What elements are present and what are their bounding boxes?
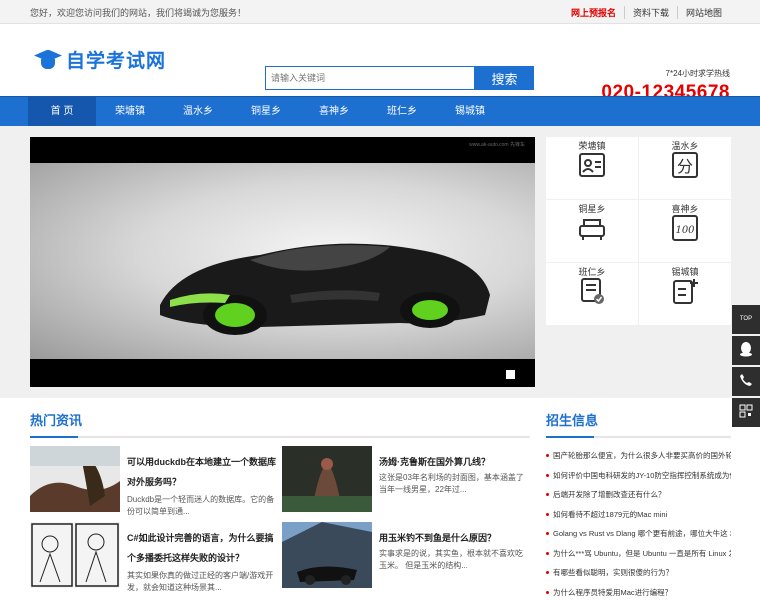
nav-item-xicheng[interactable]: 锡城镇 — [436, 97, 504, 126]
online-registration-link[interactable]: 网上预报名 — [563, 6, 624, 19]
news-thumbnail — [30, 522, 120, 588]
recruit-title: 招生信息 — [546, 413, 599, 428]
nav-item-wenshui[interactable]: 温水乡 — [164, 97, 232, 126]
slider-dot[interactable] — [506, 370, 515, 379]
nav-item-tongxing[interactable]: 铜星乡 — [232, 97, 300, 126]
list-item[interactable]: 后端开发除了增删改查还有什么？ — [546, 485, 731, 505]
hot-news-title: 热门资讯 — [30, 413, 83, 428]
graduation-cap-icon — [34, 47, 62, 73]
news-thumbnail — [30, 446, 120, 512]
top-links: 网上预报名 资料下载 网站地图 — [563, 6, 730, 19]
hero-area: www.ak-auto.com 先锋车 荣塘镇 温水乡 分 铜星乡 喜神乡 10… — [0, 126, 760, 398]
section-divider — [546, 436, 731, 438]
site-logo[interactable]: 自学考试网 — [34, 46, 166, 73]
banner-image — [30, 163, 535, 359]
slider-caption: www.ak-auto.com 先锋车 — [469, 142, 525, 148]
news-thumbnail — [282, 446, 372, 512]
region-tiles: 荣塘镇 温水乡 分 铜星乡 喜神乡 100 班仁乡 锡城镇 — [546, 137, 731, 325]
news-headline[interactable]: 用玉米钓不到鱼是什么原因？ — [379, 528, 529, 548]
top-bar: 您好，欢迎您访问我们的网站，我们将竭诚为您服务！ 网上预报名 资料下载 网站地图 — [0, 0, 760, 24]
qq-chat-button[interactable] — [732, 336, 760, 365]
hotline-label: 7*24小时求学热线 — [665, 69, 730, 78]
nav-item-xishen[interactable]: 喜神乡 — [300, 97, 368, 126]
list-item[interactable]: 为什么***骂 Ubuntu，但是 Ubuntu 一直是所有 Linux 发 — [546, 544, 731, 564]
list-item[interactable]: 为什么程序员特爱用Mac进行编程？ — [546, 583, 731, 600]
qrcode-icon — [739, 404, 753, 418]
svg-text:分: 分 — [677, 157, 693, 176]
news-desc: Duckdb是一个轻而迷人的数据库。它的备份可以简单到通... — [127, 495, 275, 516]
tile-wenshui[interactable]: 温水乡 分 — [639, 137, 731, 199]
score-100-icon: 100 — [672, 215, 698, 241]
recruit-list: 国产轮胎那么便宜，为什么很多人非要买高价的国外轮 如何评价中国电科研发的JY-1… — [546, 446, 731, 600]
news-headline[interactable]: 可以用duckdb在本地建立一个数据库对外服务吗？ — [127, 452, 277, 492]
sitemap-link[interactable]: 网站地图 — [676, 6, 730, 19]
list-item[interactable]: Golang vs Rust vs Dlang 哪个更有前途，哪位大牛这 3 — [546, 524, 731, 544]
news-headline[interactable]: 汤姆·克鲁斯在国外算几线？ — [379, 452, 529, 472]
phone-button[interactable] — [732, 367, 760, 396]
recruit-section: 招生信息 国产轮胎那么便宜，为什么很多人非要买高价的国外轮 如何评价中国电科研发… — [546, 410, 731, 600]
news-item[interactable]: C#如此设计完善的语言，为什么要搞个多播委托这样失败的设计？ 其实如果你真的做过… — [30, 522, 275, 592]
add-document-icon — [673, 279, 698, 304]
list-item[interactable]: 如何评价中国电科研发的JY-10防空指挥控制系统成为伊 — [546, 466, 731, 486]
id-card-icon — [579, 153, 605, 177]
svg-text:100: 100 — [675, 225, 695, 236]
checklist-icon — [581, 278, 604, 304]
search-input[interactable] — [265, 66, 475, 90]
tile-xishen[interactable]: 喜神乡 100 — [639, 200, 731, 262]
header: 自学考试网 搜索 7*24小时求学热线 020-12345678 — [0, 24, 760, 103]
section-divider — [30, 436, 530, 438]
news-desc: 实事求是的说，其实鱼，根本就不喜欢吃玉米。 但是玉米的结构... — [379, 549, 523, 570]
nav-item-home[interactable]: 首 页 — [28, 97, 96, 126]
nav-item-banren[interactable]: 班仁乡 — [368, 97, 436, 126]
qq-icon — [740, 342, 752, 357]
logo-text: 自学考试网 — [66, 51, 167, 72]
list-item[interactable]: 国产轮胎那么便宜，为什么很多人非要买高价的国外轮 — [546, 446, 731, 466]
nav-item-rongtang[interactable]: 荣塘镇 — [96, 97, 164, 126]
news-item[interactable]: 可以用duckdb在本地建立一个数据库对外服务吗？ Duckdb是一个轻而迷人的… — [30, 446, 277, 516]
news-thumbnail — [282, 522, 372, 588]
hot-news-section: 热门资讯 可以用duckdb在本地建立一个数据库对外服务吗？ Duckdb是一个… — [30, 410, 530, 600]
search-bar: 搜索 — [265, 66, 534, 90]
search-button[interactable]: 搜索 — [475, 66, 534, 90]
news-item[interactable]: 汤姆·克鲁斯在国外算几线？ 这张是03年名利场的封面图，基本涵盖了当年一线男星，… — [282, 446, 527, 516]
phone-icon — [740, 374, 752, 387]
news-item[interactable]: 用玉米钓不到鱼是什么原因？ 实事求是的说，其实鱼，根本就不喜欢吃玉米。 但是玉米… — [282, 522, 527, 592]
tile-rongtang[interactable]: 荣塘镇 — [546, 137, 638, 199]
news-desc: 其实如果你真的做过正经的客户端/游戏开发，就会知道这种场景其... — [127, 571, 274, 592]
list-item[interactable]: 有哪些看似聪明，实则很傻的行为？ — [546, 563, 731, 583]
banner-slider[interactable]: www.ak-auto.com 先锋车 — [30, 137, 535, 387]
news-headline[interactable]: C#如此设计完善的语言，为什么要搞个多播委托这样失败的设计？ — [127, 528, 277, 568]
back-to-top-button[interactable]: TOP — [732, 305, 760, 334]
sofa-icon — [579, 219, 605, 240]
welcome-text: 您好，欢迎您访问我们的网站，我们将竭诚为您服务！ — [30, 8, 247, 18]
download-link[interactable]: 资料下载 — [623, 6, 677, 19]
qrcode-button[interactable] — [732, 398, 760, 427]
tile-xicheng[interactable]: 锡城镇 — [639, 263, 731, 325]
score-icon: 分 — [672, 152, 698, 178]
tile-banren[interactable]: 班仁乡 — [546, 263, 638, 325]
main-nav: 首 页 荣塘镇 温水乡 铜星乡 喜神乡 班仁乡 锡城镇 — [0, 96, 760, 126]
news-desc: 这张是03年名利场的封面图，基本涵盖了当年一线男星，22年过... — [379, 473, 524, 494]
car-image — [160, 243, 490, 335]
tile-tongxing[interactable]: 铜星乡 — [546, 200, 638, 262]
list-item[interactable]: 如何看待不超过1879元的Mac mini — [546, 505, 731, 525]
floating-sidebar: TOP — [732, 305, 760, 429]
